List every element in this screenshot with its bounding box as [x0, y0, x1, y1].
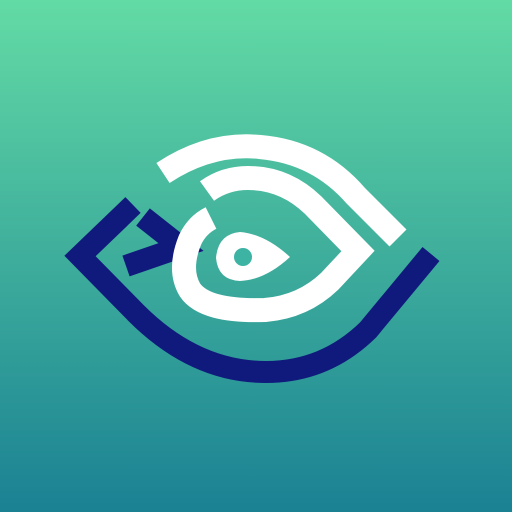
app-icon	[0, 0, 512, 512]
eye-logo-icon	[64, 134, 440, 384]
pupil-icon	[234, 248, 252, 266]
iris-white-shape	[216, 232, 290, 281]
